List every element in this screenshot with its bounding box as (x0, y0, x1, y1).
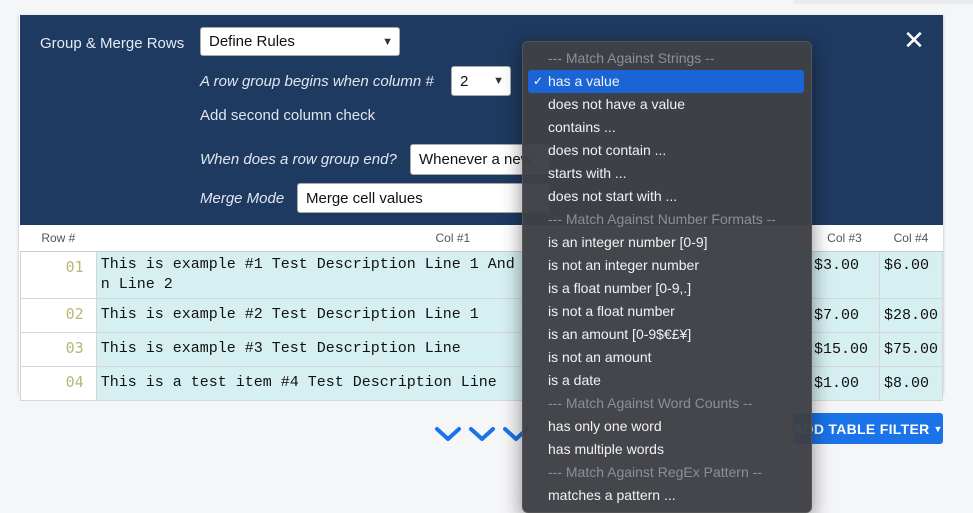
option-item[interactable]: is a date (528, 369, 804, 392)
col4-cell[interactable]: $8.00 (878, 366, 944, 401)
option-item[interactable]: has multiple words (528, 438, 804, 461)
chevron-down-icon[interactable] (434, 424, 462, 444)
chevron-down-icon[interactable] (468, 424, 496, 444)
col3-cell[interactable]: $15.00 (809, 332, 880, 367)
option-item[interactable]: is an amount [0-9$€£¥] (528, 323, 804, 346)
chevron-down-icon: ▼ (382, 35, 393, 48)
option-item[interactable]: has only one word (528, 415, 804, 438)
option-item[interactable]: is not a float number (528, 300, 804, 323)
column-select-value: 2 (460, 72, 469, 90)
option-item[interactable]: is not an integer number (528, 254, 804, 277)
option-group-header: --- Match Against Word Counts -- (548, 395, 753, 411)
chevron-down-icon: ▼ (493, 75, 504, 87)
panel-title: Group & Merge Rows (40, 35, 185, 52)
row-number: 02 (20, 298, 97, 333)
option-item[interactable]: is not an amount (528, 346, 804, 369)
add-second-column-link[interactable]: Add second column check (200, 107, 375, 124)
option-group-header: --- Match Against Number Formats -- (548, 211, 776, 227)
option-label: has a value (548, 73, 620, 89)
header-col3[interactable]: Col #3 (809, 225, 880, 252)
ends-select-value: Whenever a new (419, 151, 532, 168)
row-number: 03 (20, 332, 97, 367)
option-item[interactable]: does not contain ... (528, 139, 804, 162)
option-group-header: --- Match Against Strings -- (548, 50, 715, 66)
option-item[interactable]: does not have a value (528, 93, 804, 116)
option-has-a-value[interactable]: ✓ has a value (528, 70, 804, 93)
row-number: 01 (20, 251, 97, 299)
rules-select-value: Define Rules (209, 33, 295, 50)
col4-cell[interactable]: $28.00 (878, 298, 944, 333)
top-strip (793, 0, 973, 4)
header-col4[interactable]: Col #4 (879, 225, 943, 252)
begins-label: A row group begins when column # (200, 73, 434, 90)
option-item[interactable]: matches a pattern ... (528, 484, 804, 507)
col4-cell[interactable]: $75.00 (878, 332, 944, 367)
match-dropdown-menu: --- Match Against Strings -- ✓ has a valu… (522, 41, 812, 513)
checkmark-icon: ✓ (533, 74, 544, 88)
option-group-header: --- Match Against RegEx Pattern -- (548, 464, 762, 480)
close-icon[interactable]: ✕ (903, 27, 925, 53)
ends-label: When does a row group end? (200, 151, 397, 168)
merge-select-value: Merge cell values (306, 189, 423, 207)
caret-down-icon: ▼ (933, 423, 943, 434)
rules-select[interactable]: Define Rules ▼ (200, 27, 400, 56)
col3-cell[interactable]: $3.00 (809, 251, 880, 299)
merge-label: Merge Mode (200, 190, 285, 207)
option-item[interactable]: starts with ... (528, 162, 804, 185)
col3-cell[interactable]: $7.00 (809, 298, 880, 333)
col3-cell[interactable]: $1.00 (809, 366, 880, 401)
row-number: 04 (20, 366, 97, 401)
header-row-num[interactable]: Row # (20, 225, 97, 252)
merge-select[interactable]: Merge cell values (297, 183, 550, 213)
add-table-filter-button[interactable]: ADD TABLE FILTER ▼ (793, 413, 943, 444)
col1-text: This is example #1 Test Description Line… (100, 256, 515, 273)
column-select[interactable]: 2 ▼ (451, 66, 511, 96)
option-item[interactable]: is an integer number [0-9] (528, 231, 804, 254)
option-item[interactable]: contains ... (528, 116, 804, 139)
option-item[interactable]: does not start with ... (528, 185, 804, 208)
col4-cell[interactable]: $6.00 (878, 251, 944, 299)
add-table-filter-label: ADD TABLE FILTER (793, 420, 930, 437)
option-item[interactable]: is a float number [0-9,.] (528, 277, 804, 300)
